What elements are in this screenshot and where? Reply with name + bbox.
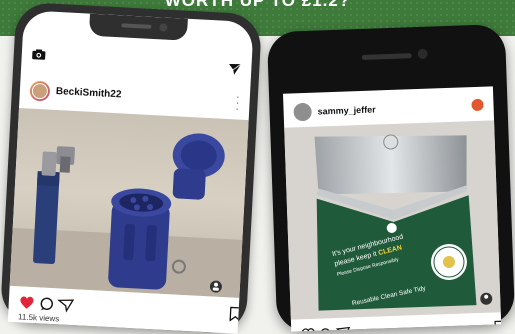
camera-icon[interactable] <box>32 49 47 61</box>
post-photo-ashtray-case <box>9 108 249 298</box>
phone-camera <box>417 48 428 59</box>
notification-badge[interactable] <box>471 98 484 112</box>
phone-right: sammy_jeffer It's your neighbourhood ple… <box>266 23 515 333</box>
phone-notch <box>88 13 188 41</box>
post-username[interactable]: sammy_jeffer <box>317 104 375 116</box>
like-heart-icon <box>20 296 34 309</box>
post-photo-pocket-ashtray: It's your neighbourhood please keep it C… <box>284 120 501 320</box>
more-options-icon[interactable]: · · · <box>235 89 240 115</box>
bookmark-icon <box>494 320 502 332</box>
post-header: sammy_jeffer <box>293 97 484 124</box>
tagged-user-icon <box>480 292 493 305</box>
post-header: BeckiSmith22 · · · <box>29 80 240 116</box>
comment-icon <box>40 297 53 311</box>
phone-right-screen: sammy_jeffer It's your neighbourhood ple… <box>282 86 502 332</box>
comment-icon <box>320 328 331 332</box>
like-heart-icon <box>301 328 315 332</box>
avatar[interactable] <box>293 102 312 122</box>
phone-left: BeckiSmith22 · · · 11.5k views <box>0 1 263 334</box>
bookmark-icon <box>229 306 242 323</box>
post-actions <box>301 320 502 332</box>
share-icon <box>335 326 351 332</box>
phone-left-screen: BeckiSmith22 · · · 11.5k views <box>7 10 254 334</box>
phone-speaker <box>361 53 412 60</box>
instagram-top-bar <box>31 49 242 76</box>
share-icon <box>57 299 75 313</box>
avatar[interactable] <box>29 80 51 102</box>
direct-message-icon[interactable] <box>228 63 242 76</box>
carousel-dots <box>395 328 417 332</box>
post-username[interactable]: BeckiSmith22 <box>56 86 122 100</box>
